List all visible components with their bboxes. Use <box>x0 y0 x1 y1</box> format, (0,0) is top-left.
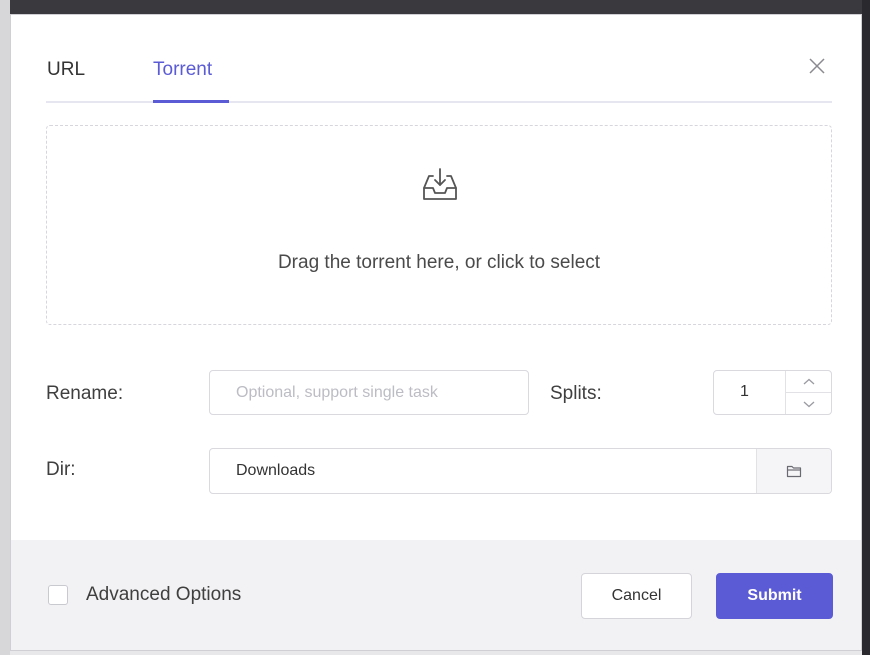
submit-button[interactable]: Submit <box>716 573 833 619</box>
tab-bar: URL Torrent <box>46 53 832 103</box>
inbox-download-icon <box>420 164 460 204</box>
splits-label: Splits: <box>550 383 602 404</box>
folder-icon <box>786 465 802 478</box>
dropzone-instruction: Drag the torrent here, or click to selec… <box>277 252 601 273</box>
add-task-dialog: URL Torrent Drag the torrent here, or cl… <box>10 14 862 651</box>
rename-label: Rename: <box>46 383 124 404</box>
close-icon[interactable] <box>806 55 828 77</box>
splits-value[interactable]: 1 <box>740 383 749 401</box>
torrent-dropzone[interactable]: Drag the torrent here, or click to selec… <box>46 125 832 325</box>
active-tab-indicator <box>153 100 229 103</box>
advanced-options-checkbox[interactable] <box>48 585 68 605</box>
screen-background: URL Torrent Drag the torrent here, or cl… <box>0 0 870 655</box>
rename-input[interactable]: Optional, support single task <box>209 370 529 415</box>
dir-input[interactable]: Downloads <box>209 448 832 494</box>
tab-torrent[interactable]: Torrent <box>153 59 212 81</box>
background-window-edge <box>0 0 870 14</box>
dir-value[interactable]: Downloads <box>236 462 315 480</box>
dir-label: Dir: <box>46 459 76 480</box>
advanced-options-label[interactable]: Advanced Options <box>86 584 241 606</box>
chevron-down-icon[interactable] <box>786 393 831 414</box>
splits-controls <box>785 371 831 414</box>
tab-url[interactable]: URL <box>47 59 85 81</box>
background-right-edge <box>862 0 870 655</box>
background-left-edge <box>0 0 10 655</box>
splits-stepper[interactable]: 1 <box>713 370 832 415</box>
dialog-footer: Advanced Options Cancel Submit <box>11 540 861 650</box>
cancel-button[interactable]: Cancel <box>581 573 692 619</box>
select-folder-button[interactable] <box>756 449 831 493</box>
chevron-up-icon[interactable] <box>786 371 831 393</box>
